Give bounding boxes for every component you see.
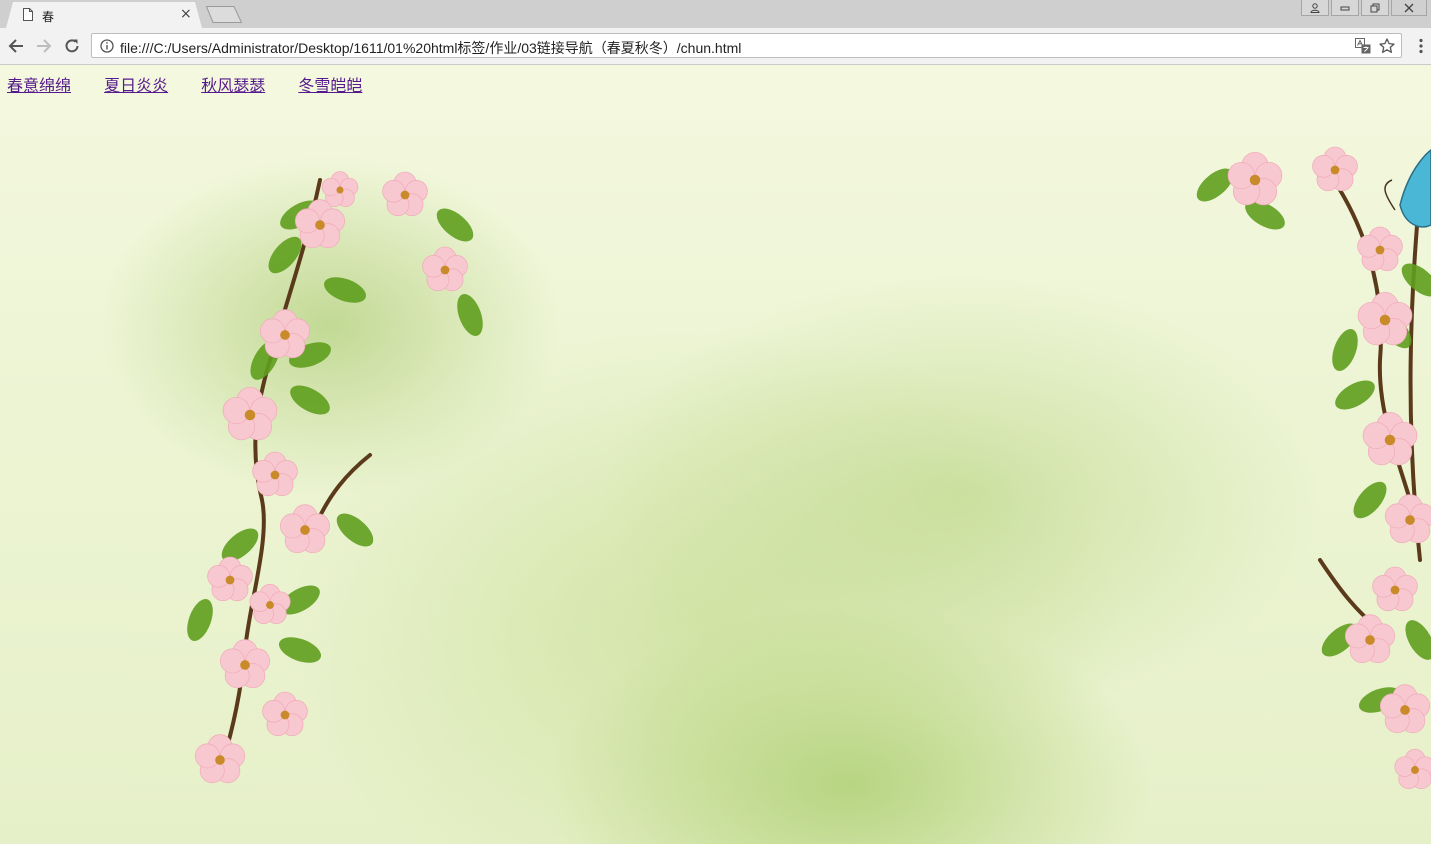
leaf [336, 513, 374, 547]
address-bar[interactable]: file:///C:/Users/Administrator/Desktop/1… [91, 33, 1402, 58]
blossom-petal [1394, 756, 1416, 777]
window-controls [1299, 0, 1427, 16]
blossom-petal [1372, 574, 1395, 598]
blossom-petal [262, 699, 285, 723]
blossom-center [1411, 766, 1419, 774]
blossom-center [1405, 515, 1415, 525]
page-icon [23, 8, 33, 21]
blossom-center [1375, 245, 1385, 255]
leaf [1405, 620, 1431, 660]
arrow-left-icon [8, 39, 23, 53]
nav-link-spring[interactable]: 春意绵绵 [7, 76, 71, 95]
blossom-petal [1379, 693, 1405, 719]
tab-title: 春 [42, 10, 55, 24]
restore-icon[interactable] [1361, 0, 1389, 16]
leaf [457, 293, 483, 337]
blossom-center [1384, 434, 1396, 446]
blossom-petal [1362, 421, 1390, 450]
blossom-center [300, 525, 310, 535]
blossom-petal [321, 177, 341, 197]
browser-toolbar: file:///C:/Users/Administrator/Desktop/1… [0, 28, 1431, 65]
blossom-center [400, 190, 410, 200]
blossom-petal [194, 743, 220, 769]
blossom-center [244, 409, 256, 421]
leaf [323, 277, 367, 303]
blossom-center [266, 601, 274, 609]
info-icon[interactable] [100, 39, 114, 53]
blossom-center [280, 330, 290, 340]
blossom-center [336, 186, 344, 194]
blossom-petal [219, 648, 245, 674]
blossom-petal [294, 208, 320, 234]
tab-close-icon[interactable]: × [180, 6, 192, 22]
butterfly-antenna [1384, 179, 1396, 211]
blossom-center [1379, 314, 1391, 326]
kebab-menu-icon[interactable] [1414, 38, 1428, 54]
blossom-petal [1384, 503, 1410, 529]
spring-blossom-background [187, 146, 1431, 790]
blossom-center [1390, 585, 1400, 595]
blossom-center [1330, 165, 1340, 175]
blossom-petal [1227, 161, 1255, 190]
title-bar: 春 × [0, 0, 1431, 28]
leaf [1335, 380, 1375, 410]
reload-icon [65, 39, 79, 53]
nav-link-summer[interactable]: 夏日炎炎 [104, 76, 168, 95]
blossom-petal [1357, 234, 1380, 258]
close-window-icon[interactable] [1391, 0, 1427, 16]
reload-button[interactable] [62, 36, 82, 56]
star-icon[interactable] [1379, 38, 1395, 54]
blossom-center [1249, 174, 1261, 186]
leaf [290, 385, 330, 415]
blossom-petal [422, 254, 445, 278]
minimize-icon[interactable] [1331, 0, 1359, 16]
blossom-petal [249, 591, 271, 612]
arrow-right-icon [37, 39, 52, 53]
user-icon[interactable] [1301, 0, 1329, 16]
blossom-petal [1312, 154, 1335, 178]
blossom-center [315, 220, 325, 230]
browser-tab[interactable]: 春 × [6, 2, 202, 28]
blossom-petal [259, 318, 285, 344]
new-tab-button[interactable] [206, 6, 242, 23]
back-button[interactable] [6, 36, 26, 56]
blossom-petal [279, 513, 305, 539]
nav-link-autumn[interactable]: 秋风瑟瑟 [201, 76, 265, 95]
leaf [278, 637, 322, 663]
leaf [187, 598, 213, 642]
butterfly-wing [1399, 149, 1431, 228]
blossom-center [440, 265, 450, 275]
blossom-center [240, 660, 250, 670]
branch [316, 453, 372, 522]
nav-link-winter[interactable]: 冬雪皑皑 [298, 76, 362, 95]
leaf [436, 208, 474, 242]
blossom-petal [207, 564, 230, 588]
blossom-center [1400, 705, 1410, 715]
blossom-petal [1344, 623, 1370, 649]
blossom-petal [252, 459, 275, 483]
blossom-center [270, 470, 280, 480]
leaf [1332, 328, 1358, 372]
translate-icon[interactable] [1355, 38, 1371, 54]
blossom-center [225, 575, 235, 585]
blossom-petal [382, 179, 405, 203]
blossom-center [215, 755, 225, 765]
blossom-petal [1357, 301, 1385, 330]
season-nav: 春意绵绵 夏日炎炎 秋风瑟瑟 冬雪皑皑 [7, 72, 390, 96]
url-text[interactable]: file:///C:/Users/Administrator/Desktop/1… [120, 38, 741, 58]
blossom-center [280, 710, 290, 720]
page-viewport: 春意绵绵 夏日炎炎 秋风瑟瑟 冬雪皑皑 [0, 65, 1431, 844]
blossom-center [1365, 635, 1375, 645]
forward-button[interactable] [34, 36, 54, 56]
blossom-petal [222, 396, 250, 425]
